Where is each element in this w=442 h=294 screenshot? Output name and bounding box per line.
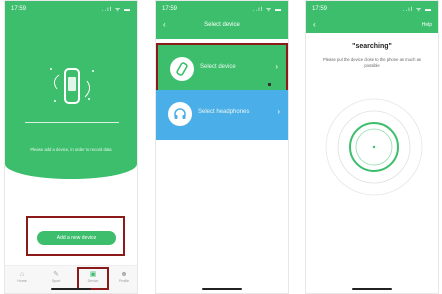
status-icons: ..ıl ᯤ ▬ (252, 7, 282, 13)
add-device-hint: Please add a device, in order to record … (30, 147, 112, 152)
tab-profile[interactable]: ☻ Profile (111, 271, 137, 283)
help-link[interactable]: Help (422, 22, 432, 28)
status-time: 17:59 (312, 6, 328, 12)
tab-label: Sport (51, 279, 61, 283)
status-bar: 17:59 ..ıl ᯤ ▬ (11, 4, 131, 14)
highlight-frame (77, 267, 109, 290)
search-title: "searching" (352, 43, 392, 50)
header: 17:59 ..ıl ᯤ ▬ ‹ Select device (156, 1, 288, 39)
home-icon: ⌂ (19, 271, 25, 278)
status-time: 17:59 (162, 6, 178, 12)
device-home-screen: 17:59 ..ıl ᯤ ▬ Please add a device, in o… (4, 0, 138, 294)
status-bar: 17:59 ..ıl ᯤ ▬ (312, 4, 432, 14)
smart-band-illustration-icon (50, 68, 94, 104)
select-headphones-option[interactable]: Select headphones › (156, 90, 288, 140)
back-icon[interactable]: ‹ (313, 20, 316, 29)
tab-sport[interactable]: ✎ Sport (43, 271, 69, 283)
status-time: 17:59 (11, 6, 27, 12)
searching-screen: 17:59 ..ıl ᯤ ▬ ‹ Help "searching" Please… (305, 0, 439, 294)
select-device-screen: 17:59 ..ıl ᯤ ▬ ‹ Select device Select de… (155, 0, 289, 294)
cursor-dot (268, 83, 271, 86)
page-title: Select device (204, 22, 240, 28)
search-description: Please put the device close to the phone… (322, 57, 421, 68)
tab-home[interactable]: ⌂ Home (9, 271, 35, 283)
headphones-icon (168, 102, 192, 126)
tab-label: Profile (119, 279, 129, 283)
tab-label: Home (17, 279, 27, 283)
select-device-option[interactable]: Select device › (156, 43, 288, 93)
chevron-right-icon: › (277, 107, 280, 116)
status-icons: ..ıl ᯤ ▬ (101, 7, 131, 13)
home-indicator (51, 288, 91, 290)
option-label: Select headphones (198, 109, 250, 115)
status-icons: ..ıl ᯤ ▬ (402, 7, 432, 13)
radar-scan-icon (325, 98, 423, 196)
option-label: Select device (200, 64, 236, 70)
home-indicator (352, 288, 392, 290)
decorative-line (25, 122, 119, 123)
home-indicator (202, 288, 242, 290)
band-icon (170, 57, 194, 81)
chevron-right-icon: › (275, 62, 278, 71)
sport-icon: ✎ (53, 271, 59, 278)
header: 17:59 ..ıl ᯤ ▬ ‹ Help (306, 1, 438, 33)
status-bar: 17:59 ..ıl ᯤ ▬ (162, 4, 282, 14)
highlight-frame: Add a new device (26, 216, 125, 256)
profile-icon: ☻ (120, 271, 128, 278)
add-device-button[interactable]: Add a new device (37, 231, 116, 245)
